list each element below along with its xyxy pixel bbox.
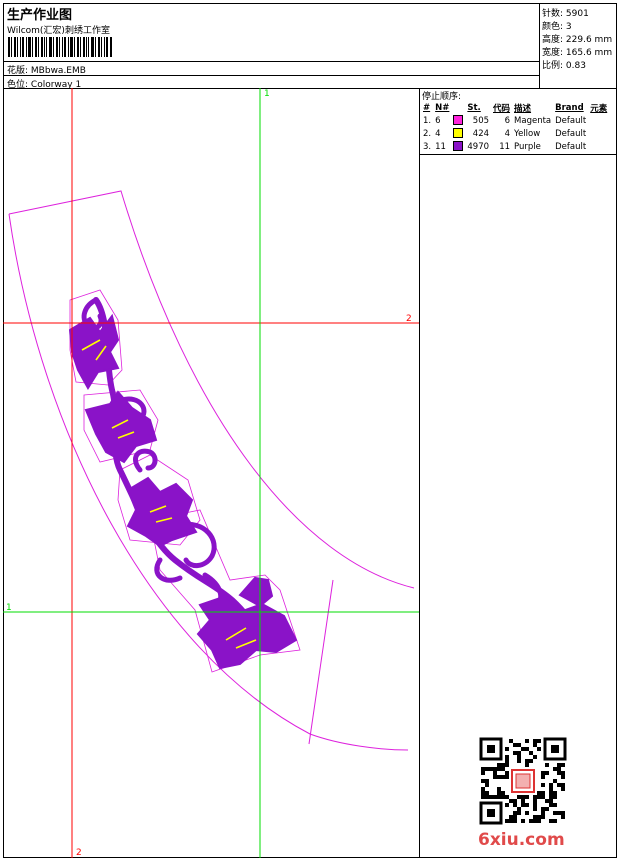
qr-code-icon xyxy=(479,737,567,825)
collar-outline xyxy=(8,190,415,751)
watermark-text: 6xiu.com xyxy=(478,830,565,850)
design-canvas: 1 2 1 2 xyxy=(3,88,567,858)
guide-lines xyxy=(3,88,419,858)
guide-label-h1: 1 xyxy=(6,603,12,613)
embroidery-leaves xyxy=(68,313,298,670)
guide-label-h2: 2 xyxy=(406,314,412,324)
guide-label-v2: 2 xyxy=(76,848,82,858)
guide-label-v1: 1 xyxy=(264,89,270,99)
